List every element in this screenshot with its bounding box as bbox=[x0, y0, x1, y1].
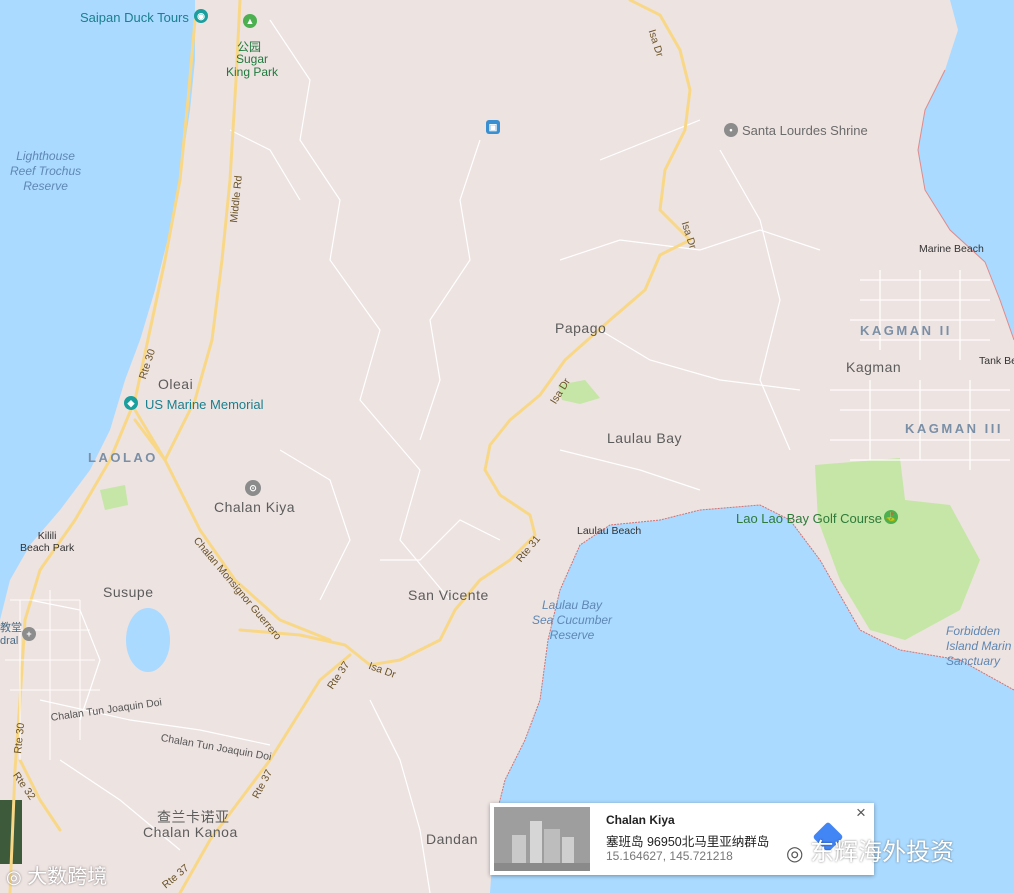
label-kagman-ii: KAGMAN II bbox=[860, 323, 952, 338]
watermark-left: ◎ 大数跨境 bbox=[6, 866, 108, 888]
poi-tank-beach[interactable]: Tank Be bbox=[979, 355, 1014, 367]
poi-church-left[interactable]: 教堂 dral bbox=[0, 622, 22, 648]
label-dandan: Dandan bbox=[426, 831, 479, 847]
label-chalan-kanoa: Chalan Kanoa bbox=[143, 824, 238, 840]
wechat-icon-right: ◎ bbox=[786, 843, 804, 865]
water-lighthouse-reef: Lighthouse Reef Trochus Reserve bbox=[10, 149, 82, 193]
label-papago: Papago bbox=[555, 320, 607, 336]
poi-us-marine[interactable]: US Marine Memorial bbox=[145, 397, 263, 412]
poi-marine-beach[interactable]: Marine Beach bbox=[919, 243, 984, 255]
close-icon[interactable]: × bbox=[852, 804, 870, 822]
bus-stop-icon[interactable]: ▣ bbox=[486, 120, 500, 134]
card-address: 塞班岛 96950北马里亚纳群岛 bbox=[606, 835, 770, 849]
label-kilili: Kilili Beach Park bbox=[20, 530, 75, 554]
card-title: Chalan Kiya bbox=[606, 813, 675, 827]
label-kagman-iii: KAGMAN III bbox=[905, 421, 1003, 436]
poi-duck-tours[interactable]: Saipan Duck Tours bbox=[80, 10, 189, 25]
camera-pin-icon[interactable]: ◉ bbox=[194, 9, 208, 23]
label-laolao: LAOLAO bbox=[88, 450, 158, 465]
label-susupe: Susupe bbox=[103, 584, 154, 600]
church-pin-icon[interactable]: + bbox=[22, 627, 36, 641]
poi-forbidden-island: Forbidden Island Marin Sanctuary bbox=[946, 624, 1012, 668]
poi-laulau-beach[interactable]: Laulau Beach bbox=[577, 525, 641, 537]
tree-pin-icon[interactable]: ▲ bbox=[243, 14, 257, 28]
street-view-thumbnail[interactable] bbox=[494, 807, 590, 871]
label-chalan-kiya: Chalan Kiya bbox=[214, 499, 295, 515]
golf-pin-icon[interactable]: ⛳ bbox=[884, 510, 898, 524]
poi-santa-lourdes[interactable]: Santa Lourdes Shrine bbox=[742, 123, 868, 138]
selected-location-pin-icon[interactable]: ⊙ bbox=[245, 480, 261, 496]
label-san-vicente: San Vicente bbox=[408, 587, 489, 603]
card-coordinates: 15.164627, 145.721218 bbox=[606, 849, 733, 863]
shrine-pin-icon[interactable]: • bbox=[724, 123, 738, 137]
label-oleai: Oleai bbox=[158, 376, 194, 392]
label-kagman: Kagman bbox=[846, 359, 902, 375]
water-laulau-reserve: Laulau Bay Sea Cucumber Reserve bbox=[532, 598, 613, 642]
poi-golf[interactable]: Lao Lao Bay Golf Course bbox=[736, 511, 882, 526]
memorial-pin-icon[interactable]: ◆ bbox=[124, 396, 138, 410]
watermark-right: ◎ 东辉海外投资 bbox=[786, 839, 955, 866]
poi-sugar-king[interactable]: Sugar King Park bbox=[226, 53, 278, 79]
wechat-icon: ◎ bbox=[6, 867, 22, 887]
label-laulau-bay: Laulau Bay bbox=[607, 430, 683, 446]
